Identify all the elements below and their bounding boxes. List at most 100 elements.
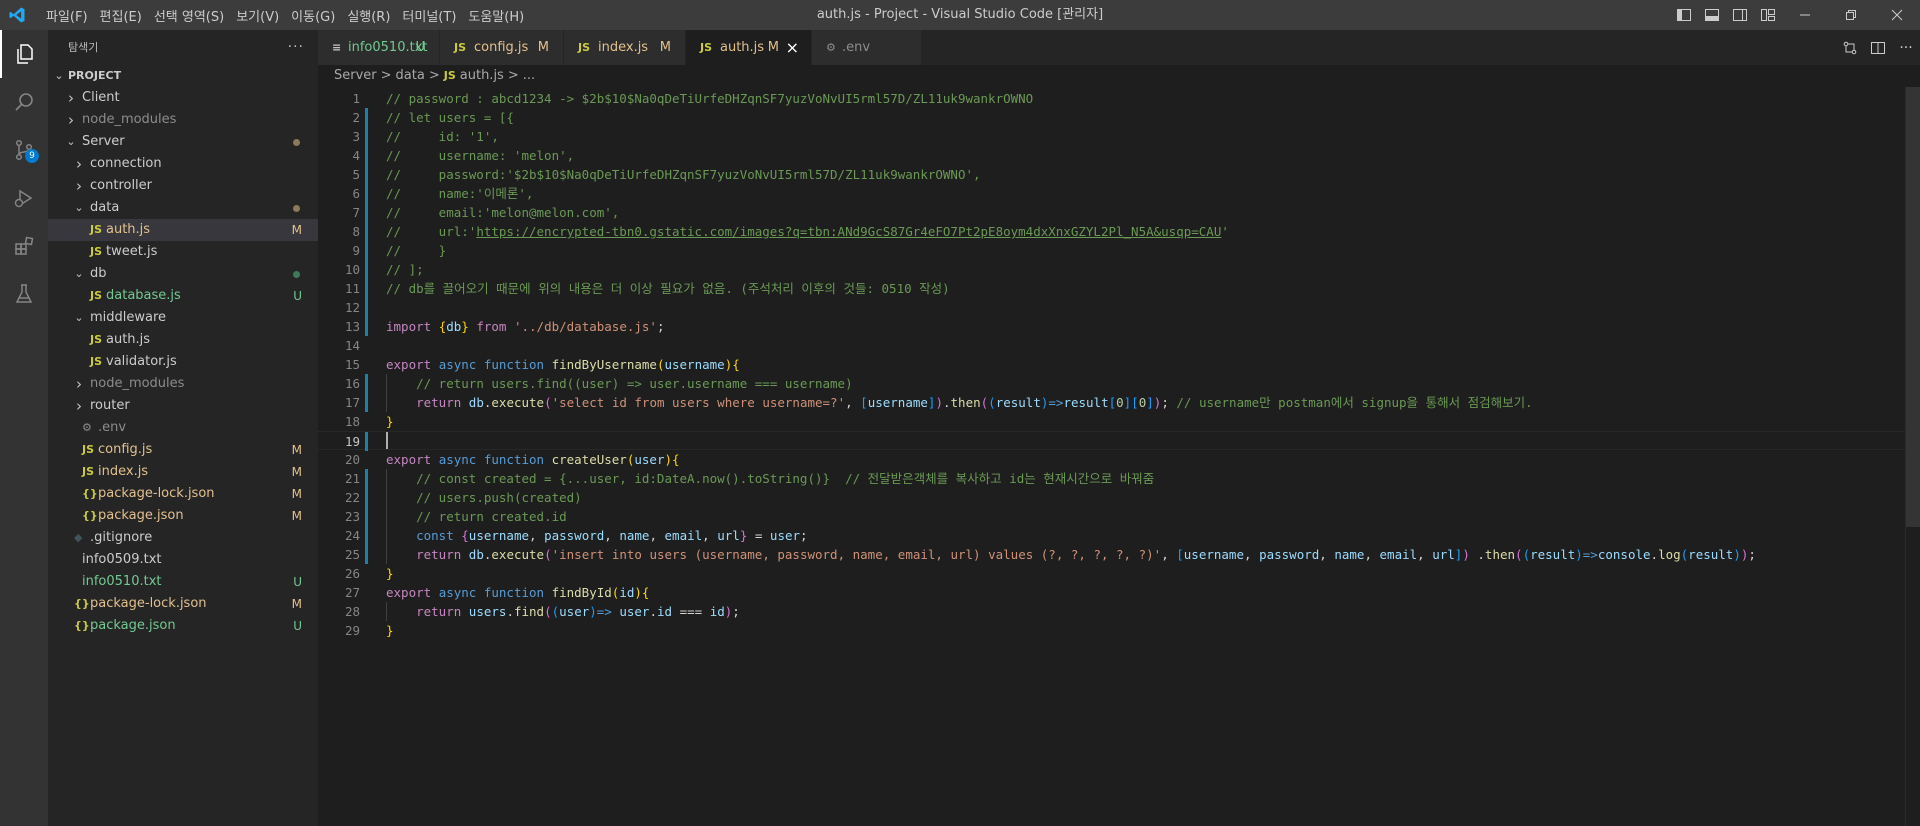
breadcrumb-item[interactable]: auth.js (460, 68, 504, 83)
vscode-logo-icon[interactable] (8, 6, 26, 24)
menu-item[interactable]: 터미널(T) (396, 6, 462, 25)
menu-item[interactable]: 선택 영역(S) (148, 6, 230, 25)
tree-folder[interactable]: › router (48, 395, 318, 417)
tree-file[interactable]: JS auth.js M (48, 219, 318, 241)
code-token: , (1364, 547, 1380, 562)
code-line[interactable]: 26} (318, 564, 1913, 583)
code-line[interactable]: 15 export async function findByUsername(u… (318, 355, 1913, 374)
tree-file[interactable]: ◆ .gitignore (48, 527, 318, 549)
tree-file[interactable]: JS index.js M (48, 461, 318, 483)
tree-folder[interactable]: › node_modules (48, 109, 318, 131)
customize-layout-icon[interactable] (1754, 0, 1782, 30)
code-line[interactable]: 10 // ]; (318, 260, 1913, 279)
minimize-icon[interactable] (1782, 0, 1828, 30)
code-text: // return created.id (386, 507, 567, 526)
code-line[interactable]: 20 export async function createUser(user)… (318, 450, 1913, 469)
tree-file[interactable]: {} package-lock.json M (48, 593, 318, 615)
code-line[interactable]: 7 // email:'melon@melon.com', (318, 203, 1913, 222)
tree-folder[interactable]: ⌄ data (48, 197, 318, 219)
toggle-panel-icon[interactable] (1698, 0, 1726, 30)
testing-flask-icon[interactable] (0, 270, 48, 318)
javascript-file-icon: JS (578, 41, 591, 54)
menu-item[interactable]: 편집(E) (94, 6, 148, 25)
menu-item[interactable]: 이동(G) (285, 6, 341, 25)
tree-file[interactable]: JS validator.js (48, 351, 318, 373)
tab-index-js[interactable]: JS index.js M (564, 30, 686, 65)
more-editor-actions-icon[interactable]: ··· (1892, 30, 1920, 65)
code-line[interactable]: 2 // let users = [{ (318, 108, 1913, 127)
close-tab-icon[interactable]: × (786, 30, 799, 65)
project-root[interactable]: ⌄ PROJECT (48, 65, 318, 87)
split-editor-icon[interactable] (1864, 30, 1892, 65)
code-line[interactable]: 17 return db.execute('select id from use… (318, 393, 1913, 412)
javascript-file-icon[interactable]: JS (444, 69, 456, 82)
code-line[interactable]: 27 export async function findById(id){ (318, 583, 1913, 602)
code-line[interactable]: 19 (318, 431, 1913, 451)
tree-file[interactable]: JS config.js M (48, 439, 318, 461)
tree-file[interactable]: info0509.txt (48, 549, 318, 571)
code-line[interactable]: 11 // db를 끌어오기 때문에 위의 내용은 더 이상 필요가 없음. (주… (318, 279, 1913, 298)
menu-item[interactable]: 도움말(H) (462, 6, 530, 25)
code-line[interactable]: 9 // } (318, 241, 1913, 260)
scrollbar-thumb[interactable] (1906, 87, 1920, 527)
code-line[interactable]: 8 // url:'https://encrypted-tbn0.gstatic.… (318, 222, 1913, 241)
extensions-icon[interactable] (0, 222, 48, 270)
tab--env[interactable]: ⚙ .env (812, 30, 922, 65)
source-control-icon[interactable]: 9 (0, 126, 48, 174)
restore-icon[interactable] (1828, 0, 1874, 30)
code-line[interactable]: 6 // name:'이메론', (318, 184, 1913, 203)
tab-auth-js[interactable]: JS auth.js M × (686, 30, 812, 65)
breadcrumb-item[interactable]: ... (523, 68, 535, 83)
tree-folder[interactable]: ⌄ db (48, 263, 318, 285)
menu-item[interactable]: 파일(F) (40, 6, 94, 25)
close-window-icon[interactable] (1874, 0, 1920, 30)
tree-folder[interactable]: › controller (48, 175, 318, 197)
explorer-icon[interactable] (0, 30, 48, 78)
tab-info0510-txt[interactable]: ≡ info0510.txt U (318, 30, 440, 65)
code-line[interactable]: 21 // const created = {...user, id:DateA… (318, 469, 1913, 488)
breadcrumb-item[interactable]: Server (334, 68, 377, 83)
menu-item[interactable]: 실행(R) (341, 6, 396, 25)
code-line[interactable]: 24 const {username, password, name, emai… (318, 526, 1913, 545)
tree-folder[interactable]: › Client (48, 87, 318, 109)
code-line[interactable]: 5 // password:'$2b$10$Na0qDeTiUrfeDHZqnSF… (318, 165, 1913, 184)
open-changes-icon[interactable] (1836, 30, 1864, 65)
code-line[interactable]: 29} (318, 621, 1913, 640)
run-debug-icon[interactable] (0, 174, 48, 222)
toggle-secondary-sidebar-icon[interactable] (1726, 0, 1754, 30)
code-line[interactable]: 13 import {db} from '../db/database.js'; (318, 317, 1913, 336)
line-number: 18 (344, 414, 360, 429)
tree-folder[interactable]: ⌄ Server (48, 131, 318, 153)
tree-file[interactable]: JS database.js U (48, 285, 318, 307)
code-line[interactable]: 1 // password : abcd1234 -> $2b$10$Na0qDe… (318, 89, 1913, 108)
code-line[interactable]: 28 return users.find((user)=> user.id ==… (318, 602, 1913, 621)
tree-folder[interactable]: › connection (48, 153, 318, 175)
code-line[interactable]: 22 // users.push(created) (318, 488, 1913, 507)
tree-folder[interactable]: › node_modules (48, 373, 318, 395)
tree-file[interactable]: ⚙ .env (48, 417, 318, 439)
code-line[interactable]: 14 (318, 336, 1913, 355)
code-line[interactable]: 25 return db.execute('insert into users … (318, 545, 1913, 564)
tree-file[interactable]: {} package.json M (48, 505, 318, 527)
tree-file[interactable]: JS tweet.js (48, 241, 318, 263)
tree-file[interactable]: {} package.json U (48, 615, 318, 637)
tree-folder[interactable]: ⌄ middleware (48, 307, 318, 329)
tree-file[interactable]: info0510.txt U (48, 571, 318, 593)
code-line[interactable]: 23 // return created.id (318, 507, 1913, 526)
code-editor[interactable]: 1 // password : abcd1234 -> $2b$10$Na0qDe… (318, 87, 1920, 826)
tree-file[interactable]: {} package-lock.json M (48, 483, 318, 505)
line-number: 6 (352, 186, 360, 201)
tree-item-label: index.js (98, 464, 149, 479)
code-line[interactable]: 3 // id: '1', (318, 127, 1913, 146)
code-line[interactable]: 4 // username: 'melon', (318, 146, 1913, 165)
tab-config-js[interactable]: JS config.js M (440, 30, 564, 65)
tree-file[interactable]: JS auth.js (48, 329, 318, 351)
code-line[interactable]: 16 // return users.find((user) => user.u… (318, 374, 1913, 393)
more-actions-icon[interactable]: ··· (288, 30, 304, 65)
menu-item[interactable]: 보기(V) (230, 6, 285, 25)
code-line[interactable]: 18} (318, 412, 1913, 431)
search-icon[interactable] (0, 78, 48, 126)
code-line[interactable]: 12 (318, 298, 1913, 317)
toggle-primary-sidebar-icon[interactable] (1670, 0, 1698, 30)
breadcrumb-item[interactable]: data (396, 68, 425, 83)
